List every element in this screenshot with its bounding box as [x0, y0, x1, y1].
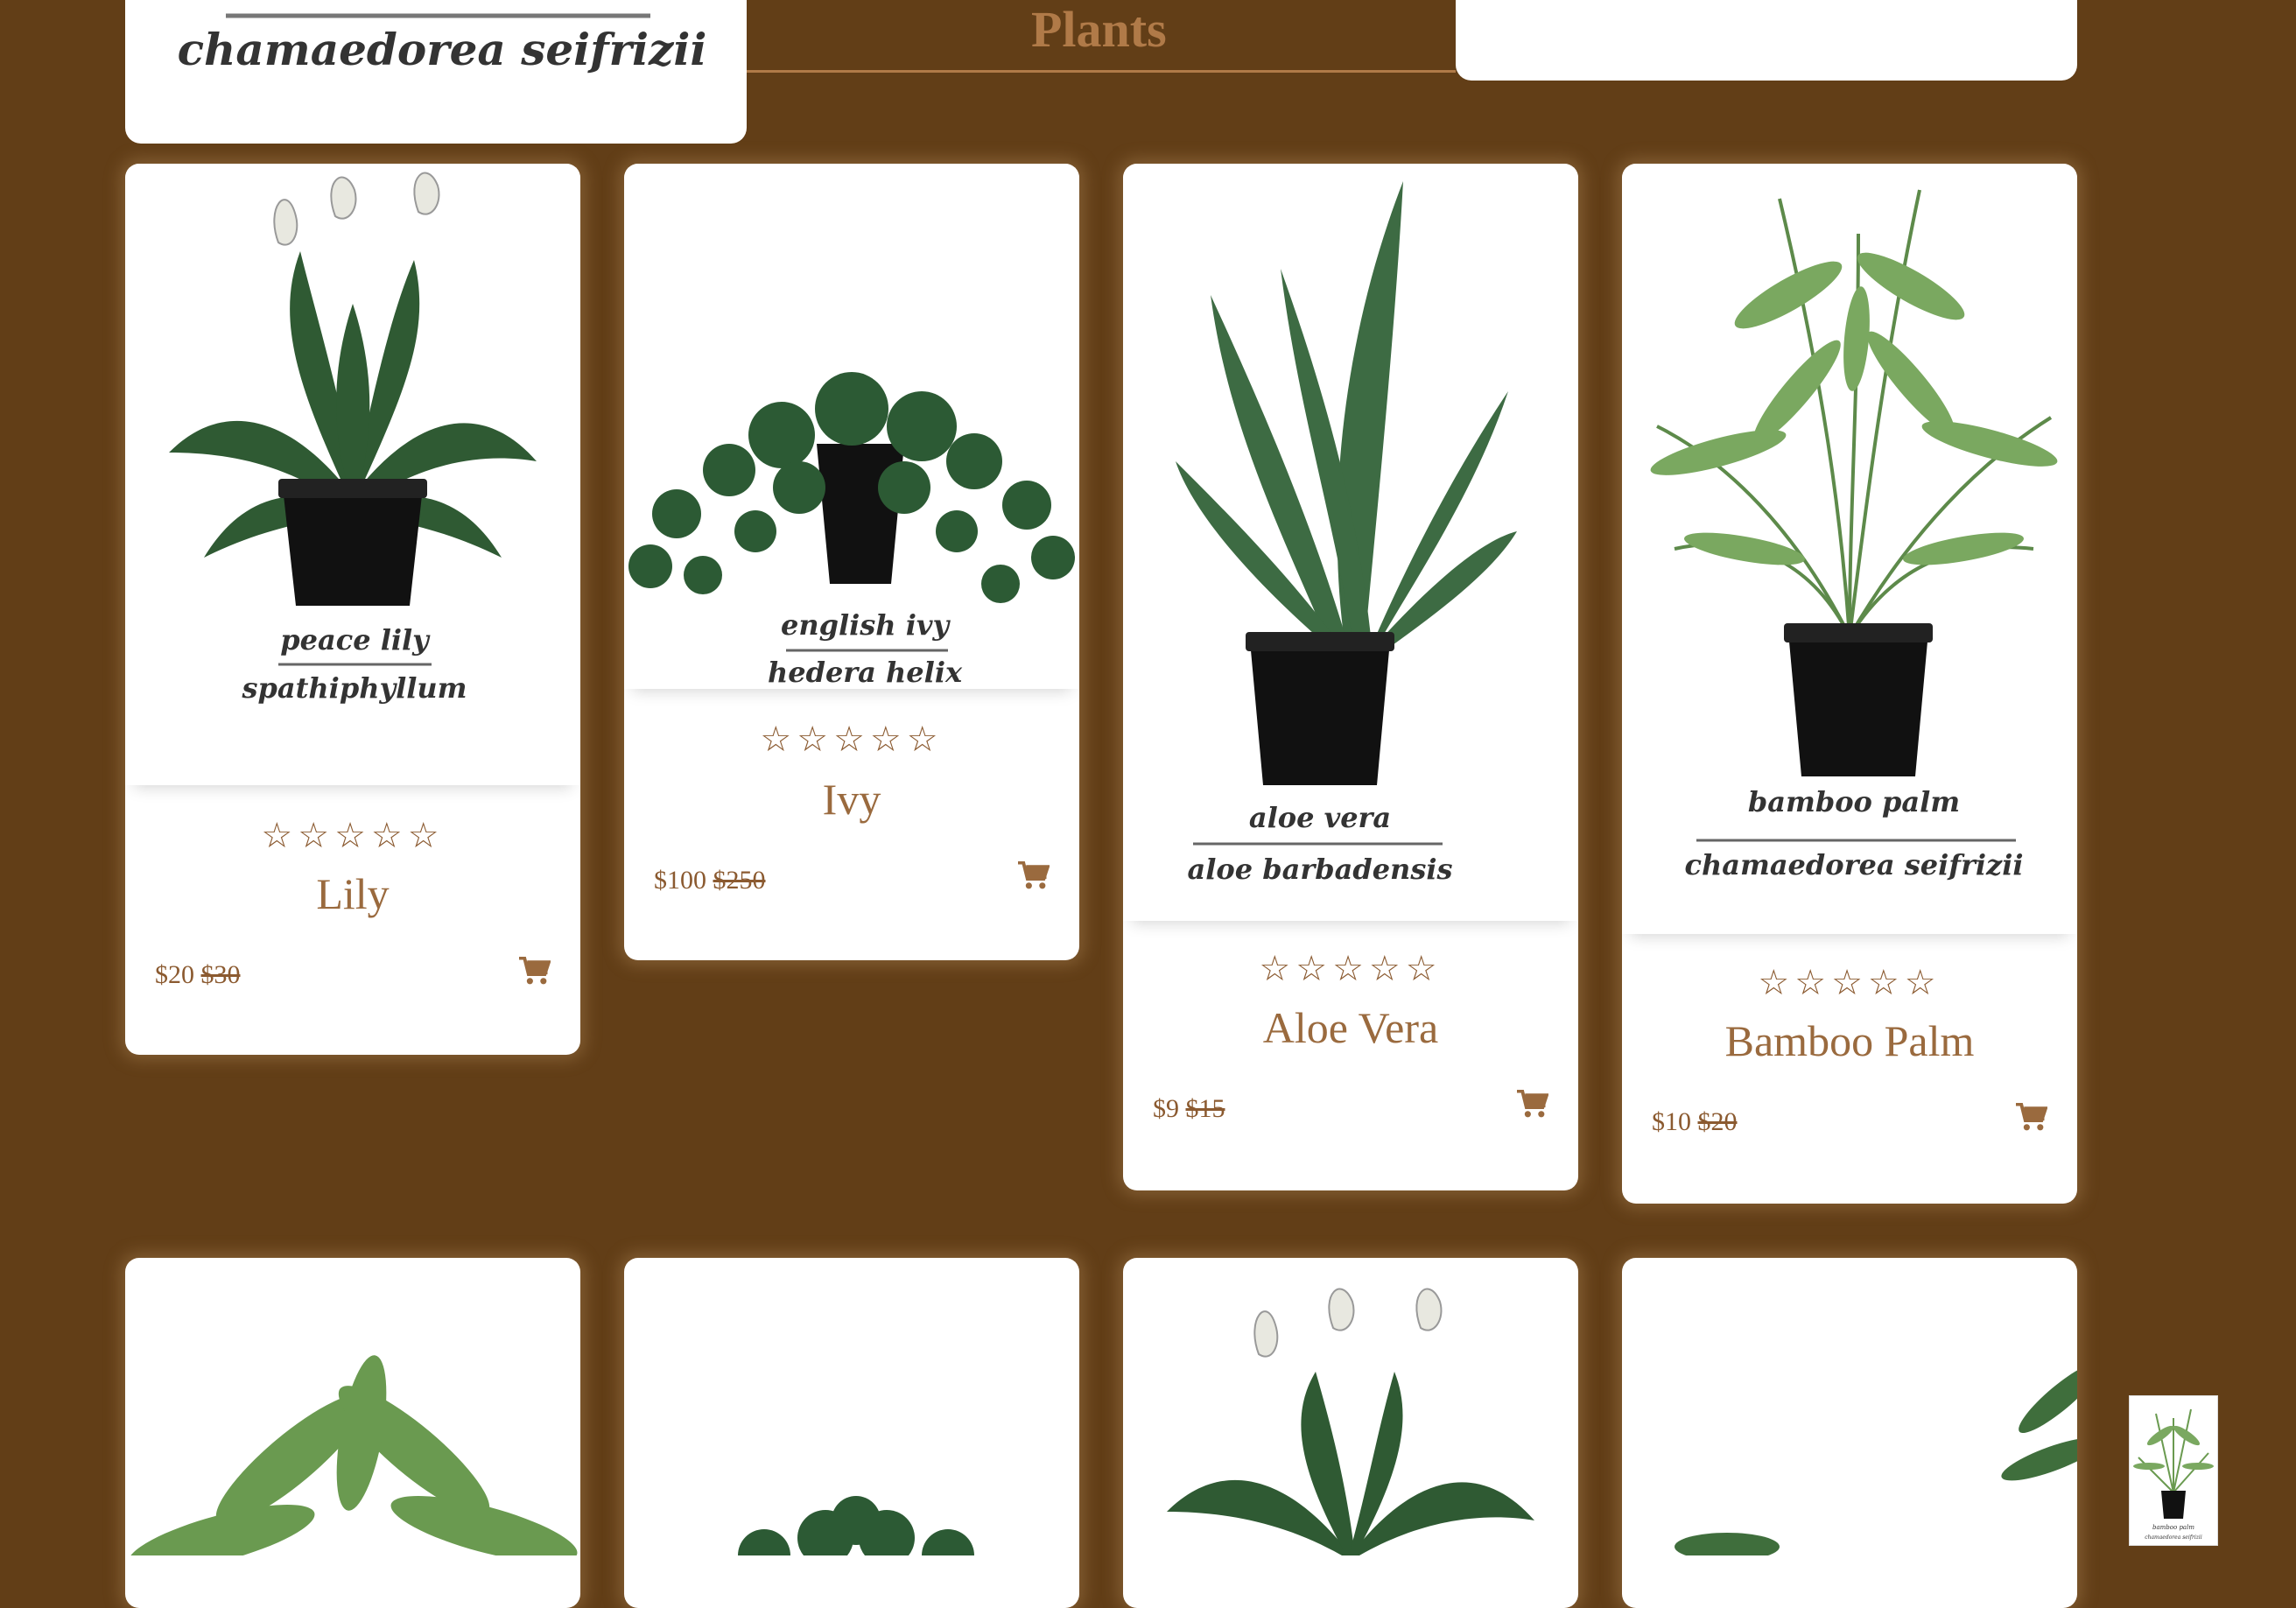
product-card[interactable] — [125, 1258, 580, 1608]
original-price: $15 — [1185, 1094, 1225, 1123]
price-label: $10 $20 — [1652, 1107, 1738, 1137]
product-card-ivy[interactable]: english ivy hedera helix ☆☆☆☆☆ Ivy $100 … — [624, 164, 1079, 960]
product-name[interactable]: Aloe Vera — [1123, 1002, 1578, 1053]
product-image: aloe vera aloe barbadensis — [1123, 164, 1578, 921]
sale-price: $20 — [155, 960, 194, 989]
product-card[interactable] — [624, 1258, 1079, 1608]
original-price: $20 — [1697, 1107, 1738, 1136]
product-image: english ivy hedera helix — [624, 164, 1079, 689]
cart-icon[interactable] — [2014, 1103, 2047, 1133]
cart-icon[interactable] — [1515, 1090, 1548, 1120]
price-label: $9 $15 — [1153, 1094, 1225, 1124]
product-card-aloe-vera[interactable]: aloe vera aloe barbadensis ☆☆☆☆☆ Aloe Ve… — [1123, 164, 1578, 1190]
product-image: bamboo palm chamaedorea seifrizii — [1622, 164, 2077, 934]
product-image: peace lily spathiphyllum — [125, 164, 580, 785]
search-panel — [1456, 0, 2077, 81]
cart-preview-thumbnail[interactable]: bamboo palm chamaedorea seifrizii — [2129, 1395, 2218, 1546]
rating-stars[interactable]: ☆☆☆☆☆ — [125, 816, 580, 856]
product-card-bamboo-palm[interactable]: bamboo palm chamaedorea seifrizii ☆☆☆☆☆ … — [1622, 164, 2077, 1204]
svg-text:peace lily: peace lily — [280, 623, 431, 657]
svg-text:chamaedorea seifrizii: chamaedorea seifrizii — [2145, 1534, 2202, 1541]
product-name[interactable]: Ivy — [624, 774, 1079, 825]
cart-icon[interactable] — [1016, 861, 1050, 891]
original-price: $250 — [713, 866, 766, 895]
svg-text:aloe barbadensis: aloe barbadensis — [1188, 853, 1453, 886]
featured-caption: chamaedorea seifrizii — [178, 24, 707, 75]
rating-stars[interactable]: ☆☆☆☆☆ — [1123, 949, 1578, 989]
svg-text:aloe vera: aloe vera — [1249, 801, 1391, 834]
sale-price: $9 — [1153, 1094, 1179, 1123]
product-card[interactable] — [1123, 1258, 1578, 1608]
svg-text:english ivy: english ivy — [781, 608, 951, 642]
cart-icon[interactable] — [517, 957, 551, 987]
product-card-lily[interactable]: peace lily spathiphyllum ☆☆☆☆☆ Lily $20 … — [125, 164, 580, 1055]
palm-fronds — [1656, 189, 2053, 638]
product-name[interactable]: Lily — [125, 868, 580, 919]
sale-price: $10 — [1652, 1107, 1691, 1136]
featured-plant-image: chamaedorea seifrizii — [178, 13, 707, 75]
featured-plant-card: chamaedorea seifrizii — [125, 0, 747, 144]
svg-text:bamboo palm: bamboo palm — [1748, 785, 1960, 818]
rating-stars[interactable]: ☆☆☆☆☆ — [1622, 963, 2077, 1003]
rating-stars[interactable]: ☆☆☆☆☆ — [624, 720, 1079, 760]
product-name[interactable]: Bamboo Palm — [1622, 1015, 2077, 1066]
svg-text:spathiphyllum: spathiphyllum — [242, 671, 467, 705]
original-price: $30 — [200, 960, 241, 989]
price-label: $100 $250 — [654, 866, 766, 895]
product-image — [128, 1355, 578, 1571]
page-title: Plants — [1031, 1, 1167, 58]
product-card[interactable] — [1622, 1258, 2077, 1608]
sale-price: $100 — [654, 866, 706, 895]
svg-text:hedera helix: hedera helix — [768, 656, 963, 689]
product-image — [738, 1496, 974, 1582]
svg-text:bamboo palm: bamboo palm — [2152, 1524, 2194, 1531]
aloe-leaves — [1176, 181, 1517, 663]
title-underline — [747, 70, 1456, 73]
bamboo-palm-thumbnail-image: bamboo palm chamaedorea seifrizii — [2133, 1408, 2214, 1541]
svg-text:chamaedorea seifrizii: chamaedorea seifrizii — [1684, 848, 2023, 881]
price-label: $20 $30 — [155, 960, 241, 990]
product-image — [1167, 1288, 1534, 1555]
product-image — [1675, 1362, 2077, 1561]
